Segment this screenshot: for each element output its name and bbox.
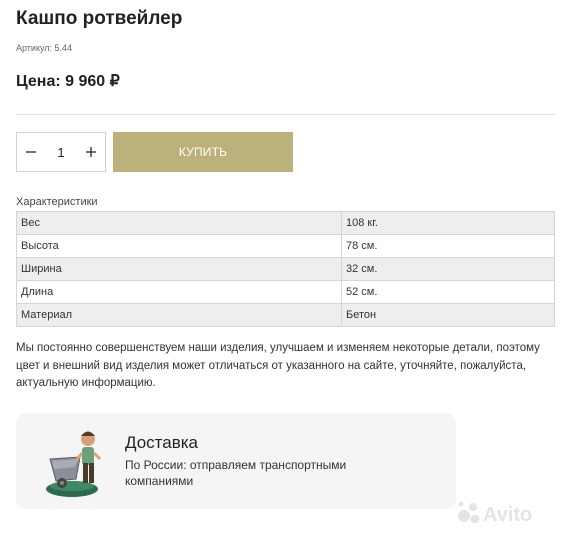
spec-key: Высота — [16, 234, 342, 258]
svg-text:Avito: Avito — [483, 504, 532, 526]
wheelbarrow-figure-icon — [44, 423, 104, 499]
spec-key: Материал — [16, 303, 342, 327]
spec-value: 108 кг. — [341, 211, 555, 235]
minus-icon[interactable] — [19, 133, 43, 171]
disclaimer-text: Мы постоянно совершенствуем наши изделия… — [16, 342, 540, 389]
quantity-stepper[interactable]: 1 — [16, 132, 106, 172]
spec-key: Вес — [16, 211, 342, 235]
product-price: Цена: 9 960 ₽ — [16, 73, 120, 90]
spec-value: 52 см. — [341, 280, 555, 304]
table-row: Ширина 32 см. — [16, 257, 555, 281]
delivery-card: Доставка По России: отправляем транспорт… — [16, 413, 456, 509]
table-row: Материал Бетон — [16, 303, 555, 327]
table-row: Высота 78 см. — [16, 234, 555, 258]
specs-table: Вес 108 кг. Высота 78 см. Ширина 32 см. … — [16, 211, 555, 327]
spec-value: 32 см. — [341, 257, 555, 281]
buy-button[interactable]: КУПИТЬ — [113, 132, 293, 172]
specs-heading: Характеристики — [16, 196, 98, 208]
spec-value: Бетон — [341, 303, 555, 327]
avito-logo-icon: Avito — [455, 498, 555, 528]
delivery-text: По России: отправляем транспортными комп… — [125, 458, 347, 488]
delivery-title: Доставка — [125, 433, 199, 452]
divider — [16, 114, 556, 115]
product-sku: Артикул: 5.44 — [16, 43, 73, 53]
product-title: Кашпо ротвейлер — [16, 8, 183, 29]
quantity-value[interactable]: 1 — [43, 133, 79, 171]
plus-icon[interactable] — [79, 133, 103, 171]
spec-key: Ширина — [16, 257, 342, 281]
spec-value: 78 см. — [341, 234, 555, 258]
spec-key: Длина — [16, 280, 342, 304]
table-row: Длина 52 см. — [16, 280, 555, 304]
table-row: Вес 108 кг. — [16, 211, 555, 235]
